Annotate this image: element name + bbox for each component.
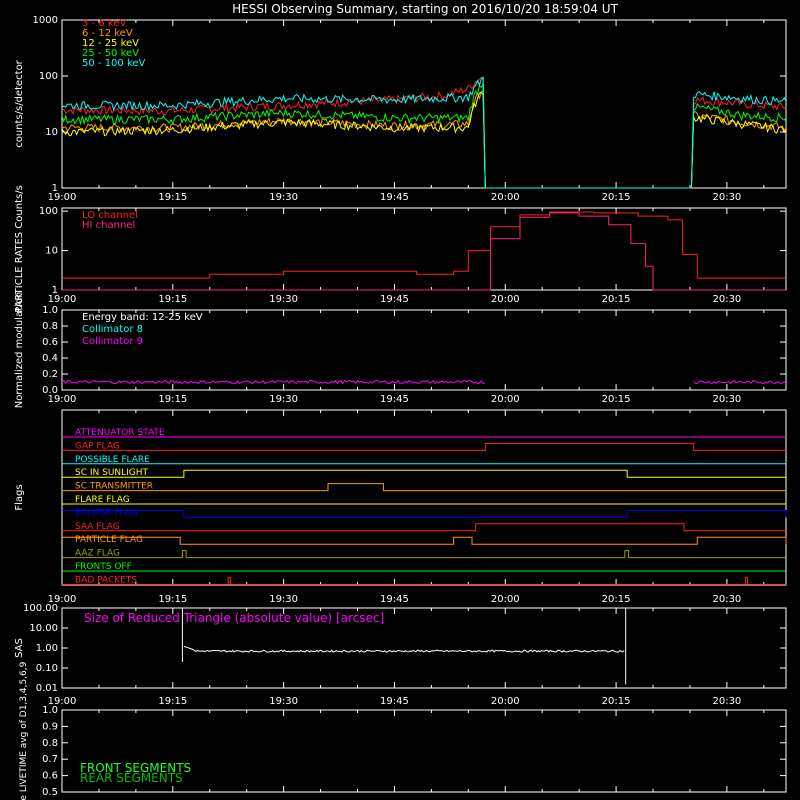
x-tick-label: 20:30 [712, 594, 741, 605]
y-axis-label: Normalized modulation [14, 292, 25, 409]
y-tick-label: 1.0 [42, 705, 58, 716]
y-tick-label: 0.10 [36, 663, 58, 674]
y-tick-label: 1 [52, 285, 58, 296]
flag-line-3 [62, 469, 786, 478]
series-line-1 [61, 88, 787, 189]
y-tick-label: 1 [52, 183, 58, 194]
y-tick-label: 0.6 [42, 337, 58, 348]
x-tick-label: 19:45 [380, 192, 409, 203]
x-tick-label: 20:15 [602, 192, 631, 203]
y-tick-label: 100 [39, 71, 58, 82]
flag-label: ATTENUATOR STATE [75, 428, 165, 438]
legend-entry: REAR SEGMENTS [80, 771, 183, 785]
sas-annotation: Size of Reduced Triangle (absolute value… [84, 611, 384, 625]
y-tick-label: 0.7 [42, 754, 58, 765]
flag-label: SC TRANSMITTER [75, 482, 153, 492]
series-line-1 [693, 379, 787, 385]
y-tick-label: 100 [39, 206, 58, 217]
flag-line-4 [62, 483, 786, 492]
x-tick-label: 20:00 [491, 594, 520, 605]
x-tick-label: 19:45 [380, 394, 409, 405]
y-axis-label: Flags [14, 484, 25, 510]
flag-label: ECLIPSE FLAG [75, 508, 138, 518]
flag-label: SAA FLAG [75, 522, 120, 532]
x-tick-label: 20:30 [712, 192, 741, 203]
y-tick-label: 10.00 [29, 623, 58, 634]
y-tick-label: 1.00 [36, 643, 58, 654]
flag-label: POSSIBLE FLARE [75, 455, 150, 465]
flag-line-11 [62, 576, 786, 585]
x-tick-label: 19:15 [158, 294, 187, 305]
legend-entry: Collimator 8 [82, 324, 143, 335]
legend-entry: HI channel [82, 220, 135, 231]
flag-line-1 [62, 442, 786, 451]
y-axis-label: SAS [14, 638, 25, 658]
y-tick-label: 100.00 [23, 603, 58, 614]
flag-line-8 [62, 536, 787, 545]
x-tick-label: 19:45 [380, 594, 409, 605]
x-tick-label: 20:00 [491, 394, 520, 405]
flag-label: FLARE FLAG [75, 495, 130, 505]
x-tick-label: 19:15 [158, 696, 187, 707]
y-tick-label: 0.5 [42, 787, 58, 798]
x-tick-label: 19:30 [269, 192, 298, 203]
flag-line-9 [62, 550, 786, 559]
y-tick-label: 0.4 [42, 353, 58, 364]
y-axis-label: counts/s/detector [14, 59, 25, 147]
x-tick-label: 20:00 [491, 294, 520, 305]
y-tick-label: 0.9 [42, 721, 58, 732]
figure-title: HESSI Observing Summary, starting on 201… [232, 2, 618, 16]
x-tick-label: 20:30 [712, 294, 741, 305]
legend-entry: 50 - 100 keV [82, 58, 146, 69]
hessi-summary-figure: HESSI Observing Summary, starting on 201… [0, 0, 800, 800]
x-tick-label: 19:30 [269, 696, 298, 707]
x-tick-label: 19:15 [158, 192, 187, 203]
y-tick-label: 1.0 [42, 305, 58, 316]
x-tick-label: 20:15 [602, 394, 631, 405]
flag-label: BAD PACKETS [75, 575, 137, 585]
y-tick-label: 10 [45, 246, 58, 257]
x-tick-label: 19:45 [380, 696, 409, 707]
flag-label: FRONTS OFF [75, 562, 132, 572]
y-axis-label: Mon. Rate LIVETIME avg of D1,3,4,5,6,9 [19, 661, 29, 800]
x-tick-label: 19:30 [269, 594, 298, 605]
summary-plot: HESSI Observing Summary, starting on 201… [14, 2, 787, 800]
flag-label: SC IN SUNLIGHT [75, 468, 149, 478]
panel-frame [61, 409, 787, 586]
legend-entry: Collimator 9 [82, 336, 143, 347]
y-tick-label: 0.8 [42, 738, 58, 749]
flag-label: AAZ FLAG [75, 549, 120, 559]
x-tick-label: 20:00 [491, 696, 520, 707]
x-tick-label: 20:30 [712, 394, 741, 405]
panel-frame [61, 19, 787, 189]
y-tick-label: 0.01 [36, 683, 58, 694]
y-tick-label: 0.6 [42, 771, 58, 782]
flag-line-6 [62, 509, 787, 518]
x-tick-label: 19:30 [269, 294, 298, 305]
x-tick-label: 19:15 [158, 394, 187, 405]
x-tick-label: 20:15 [602, 594, 631, 605]
x-tick-label: 20:00 [491, 192, 520, 203]
energy-band-label: Energy band: 12-25 keV [82, 312, 203, 323]
x-tick-label: 19:30 [269, 394, 298, 405]
x-tick-label: 19:15 [158, 594, 187, 605]
y-tick-label: 1000 [33, 15, 58, 26]
series-line-1 [61, 379, 486, 385]
x-tick-label: 20:30 [712, 696, 741, 707]
series-step-0 [62, 211, 786, 279]
y-tick-label: 10 [45, 127, 58, 138]
x-tick-label: 20:15 [602, 294, 631, 305]
flag-label: GAP FLAG [75, 441, 120, 451]
y-tick-label: 0.2 [42, 369, 58, 380]
flag-line-7 [62, 523, 786, 532]
y-tick-label: 0.8 [42, 321, 58, 332]
sas-line [183, 645, 625, 653]
y-tick-label: 0.0 [42, 385, 58, 396]
flag-label: PARTICLE FLAG [75, 535, 143, 545]
x-tick-label: 20:15 [602, 696, 631, 707]
x-tick-label: 19:45 [380, 294, 409, 305]
